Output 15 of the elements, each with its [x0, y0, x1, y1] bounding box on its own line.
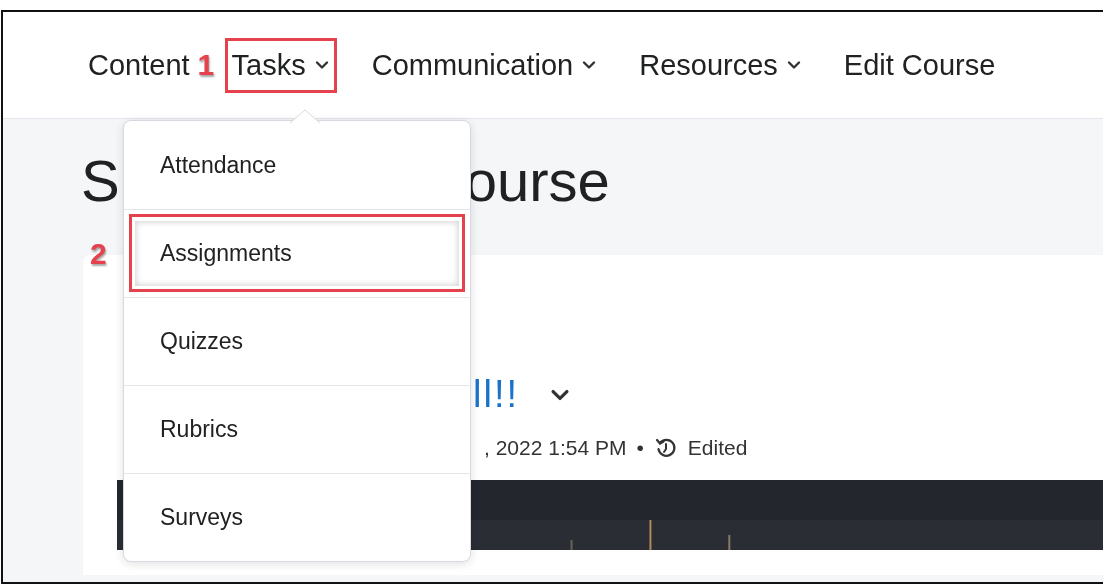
post-title[interactable]: ll!!	[473, 373, 519, 416]
menu-item[interactable]: Quizzes	[124, 297, 470, 385]
menu-item[interactable]: Surveys	[124, 473, 470, 561]
nav-tab[interactable]: Communication	[364, 37, 605, 93]
menu-item[interactable]: Rubrics	[124, 385, 470, 473]
nav-tab[interactable]: Resources	[632, 37, 809, 93]
post-date: , 2022 1:54 PM	[484, 436, 627, 460]
nav-tab[interactable]: Edit Course	[836, 37, 1003, 93]
step-number: 2	[90, 236, 107, 271]
separator: •	[636, 436, 644, 460]
history-icon	[653, 436, 678, 460]
page-title: S	[81, 147, 120, 215]
edited-label: Edited	[687, 436, 748, 460]
step-number: 1	[197, 48, 215, 82]
nav-tab[interactable]: Content	[81, 37, 197, 93]
